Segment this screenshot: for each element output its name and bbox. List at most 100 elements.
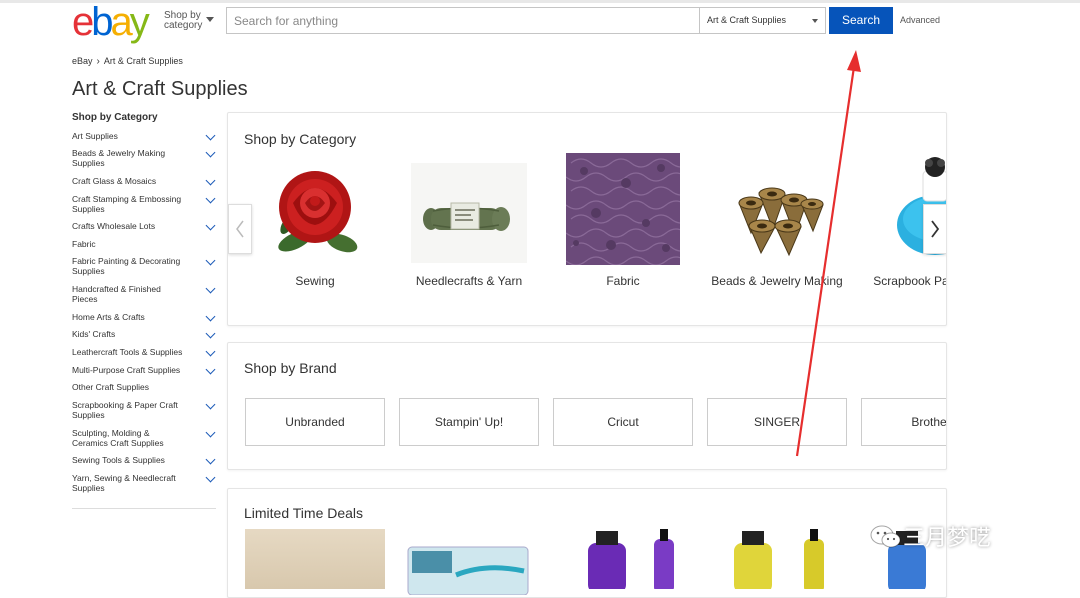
brand-tile-stampin-up[interactable]: Stampin' Up! xyxy=(399,398,539,446)
chevron-down-icon xyxy=(812,19,818,23)
chevron-down-icon[interactable] xyxy=(205,346,216,357)
yarn-skein-image xyxy=(411,163,527,263)
category-card-beads-jewelry[interactable]: Beads & Jewelry Making xyxy=(707,153,847,313)
sidebar-item[interactable]: Fabric Painting & Decorating Supplies xyxy=(72,255,216,276)
sidebar-item[interactable]: Handcrafted & Finished Pieces xyxy=(72,283,216,304)
sidebar-item[interactable]: Sculpting, Molding & Ceramics Craft Supp… xyxy=(72,427,216,448)
chevron-left-icon xyxy=(236,220,244,238)
chevron-right-icon: › xyxy=(96,56,100,67)
sidebar-item-label: Handcrafted & Finished Pieces xyxy=(72,284,161,304)
deal-item-yellow-dropper-bottle[interactable] xyxy=(730,529,840,589)
page-title: Art & Craft Supplies xyxy=(72,78,248,100)
brand-tile-cricut[interactable]: Cricut xyxy=(553,398,693,446)
sidebar-item[interactable]: Craft Glass & Mosaics xyxy=(72,175,216,186)
sidebar-item-label: Sculpting, Molding & Ceramics Craft Supp… xyxy=(72,428,164,448)
sidebar-item[interactable]: Leathercraft Tools & Supplies xyxy=(72,346,216,357)
sidebar-item[interactable]: Kids' Crafts xyxy=(72,328,216,339)
ebay-logo[interactable]: ebay xyxy=(72,0,150,44)
sidebar-item-label: Fabric xyxy=(72,239,96,249)
sidebar-item[interactable]: Home Arts & Crafts xyxy=(72,311,216,322)
sidebar-item-label: Kids' Crafts xyxy=(72,329,116,339)
sidebar-item[interactable]: Scrapbooking & Paper Craft Supplies xyxy=(72,399,216,420)
shop-by-brand-panel: Shop by Brand Unbranded Stampin' Up! Cri… xyxy=(227,342,947,470)
breadcrumb-home-link[interactable]: eBay xyxy=(72,56,93,66)
chevron-down-icon[interactable] xyxy=(205,454,216,465)
watermark-text: 三月梦呓 xyxy=(903,526,992,551)
sidebar-item-label: Home Arts & Crafts xyxy=(72,312,145,322)
sidebar-item[interactable]: Craft Stamping & Embossing Supplies xyxy=(72,193,216,214)
category-label-sewing: Sewing xyxy=(295,274,335,288)
brand-tile-unbranded[interactable]: Unbranded xyxy=(245,398,385,446)
chevron-down-icon[interactable] xyxy=(205,175,216,186)
category-card-fabric[interactable]: Fabric xyxy=(553,153,693,293)
search-input[interactable] xyxy=(227,8,699,33)
deal-item-scissors-pack[interactable] xyxy=(406,545,530,595)
chevron-down-icon[interactable] xyxy=(205,364,216,375)
brand-tile-brother[interactable]: Brother xyxy=(861,398,946,446)
sidebar-item[interactable]: Sewing Tools & Supplies xyxy=(72,454,216,465)
metal-beads-image xyxy=(738,187,824,257)
sidebar-item[interactable]: Beads & Jewelry Making Supplies xyxy=(72,147,216,168)
chevron-right-icon xyxy=(931,220,940,238)
chevron-down-icon[interactable] xyxy=(205,255,216,266)
brand-tile-singer[interactable]: SINGER xyxy=(707,398,847,446)
chevron-down-icon[interactable] xyxy=(205,328,216,339)
wechat-icon xyxy=(870,525,901,548)
chevron-down-icon[interactable] xyxy=(205,220,216,231)
deal-item-wood[interactable] xyxy=(245,529,385,589)
sidebar-item-label: Art Supplies xyxy=(72,131,118,141)
shop-by-category-title: Shop by Category xyxy=(244,131,357,147)
purple-fabric-image xyxy=(566,153,680,265)
advanced-search-link[interactable]: Advanced xyxy=(900,15,940,25)
sidebar-divider xyxy=(72,508,216,509)
sidebar-item-label: Multi-Purpose Craft Supplies xyxy=(72,365,181,375)
chevron-down-icon xyxy=(206,17,214,22)
chevron-down-icon[interactable] xyxy=(205,399,216,410)
sidebar-item-label: Beads & Jewelry Making Supplies xyxy=(72,148,166,168)
logo-letter: b xyxy=(91,0,113,44)
limited-time-deals-title: Limited Time Deals xyxy=(244,505,364,521)
shop-by-label-line2: category xyxy=(164,20,203,31)
sidebar-item-label: Fabric Painting & Decorating Supplies xyxy=(72,256,181,276)
sidebar-item-label: Leathercraft Tools & Supplies xyxy=(72,347,183,357)
logo-letter: e xyxy=(72,0,94,44)
sidebar-item[interactable]: Multi-Purpose Craft Supplies xyxy=(72,364,216,375)
limited-time-deals-panel: Limited Time Deals xyxy=(227,488,947,598)
carousel-prev-button[interactable] xyxy=(228,204,252,254)
sidebar-item-label: Scrapbooking & Paper Craft Supplies xyxy=(72,400,178,420)
chevron-down-icon[interactable] xyxy=(205,130,216,141)
carousel-next-button[interactable] xyxy=(923,204,946,254)
chevron-down-icon[interactable] xyxy=(205,472,216,483)
sidebar-item-label: Craft Stamping & Embossing Supplies xyxy=(72,194,182,214)
chevron-down-icon[interactable] xyxy=(205,193,216,204)
category-label-scrapbook: Scrapbook Paper Cra xyxy=(873,274,946,288)
sidebar-item-label: Other Craft Supplies xyxy=(72,382,150,392)
rose-patch-image xyxy=(278,171,358,253)
shop-by-category-dropdown[interactable]: Shop by category xyxy=(164,11,214,31)
category-card-needlecrafts-yarn[interactable]: Needlecrafts & Yarn xyxy=(399,153,539,293)
top-border xyxy=(0,0,1080,3)
sidebar-item-label: Yarn, Sewing & Needlecraft Supplies xyxy=(72,473,176,493)
sidebar-item[interactable]: Art Supplies xyxy=(72,130,216,141)
sidebar-item[interactable]: Crafts Wholesale Lots xyxy=(72,220,216,231)
shop-by-category-panel: Shop by Category Sewing Needlecrafts & Y… xyxy=(227,112,947,326)
search-bar: Art & Craft Supplies xyxy=(226,7,826,34)
chevron-down-icon[interactable] xyxy=(205,427,216,438)
category-select[interactable]: Art & Craft Supplies xyxy=(699,8,825,33)
chevron-down-icon[interactable] xyxy=(205,311,216,322)
sidebar-item-label: Sewing Tools & Supplies xyxy=(72,455,165,465)
search-button[interactable]: Search xyxy=(829,7,893,34)
breadcrumb-current[interactable]: Art & Craft Supplies xyxy=(104,56,183,66)
logo-letter: y xyxy=(129,0,150,44)
sidebar-item[interactable]: Other Craft Supplies xyxy=(72,382,216,392)
sidebar-item[interactable]: Fabric xyxy=(72,239,216,249)
chevron-down-icon[interactable] xyxy=(205,283,216,294)
sidebar-item[interactable]: Yarn, Sewing & Needlecraft Supplies xyxy=(72,472,216,493)
chevron-down-icon[interactable] xyxy=(205,147,216,158)
deal-item-purple-dropper-bottle[interactable] xyxy=(578,529,688,589)
shop-by-brand-title: Shop by Brand xyxy=(244,360,337,376)
category-card-sewing[interactable]: Sewing xyxy=(245,153,385,293)
sidebar: Shop by Category Art Supplies Beads & Jew… xyxy=(72,112,216,509)
category-label-beads-jewelry: Beads & Jewelry Making xyxy=(711,274,843,288)
category-label-needlecrafts-yarn: Needlecrafts & Yarn xyxy=(415,274,523,288)
